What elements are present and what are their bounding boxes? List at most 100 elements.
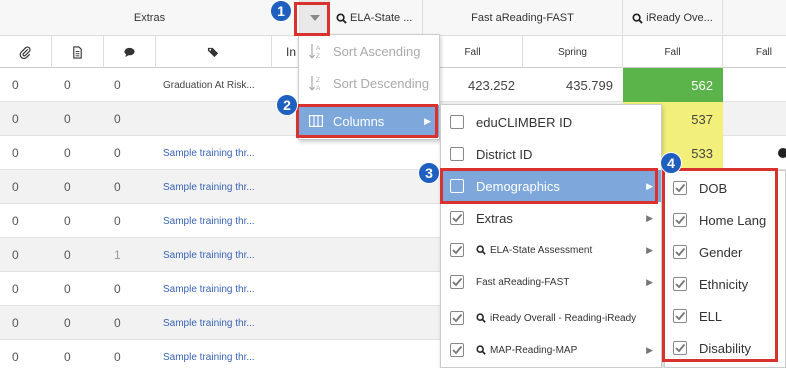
submenu-arrow-icon: ▶ xyxy=(424,115,431,126)
attachments-count: 0 xyxy=(12,282,19,296)
notes-count: 0 xyxy=(64,350,71,364)
notes-column-header[interactable] xyxy=(52,36,104,68)
attachments-column-header[interactable] xyxy=(0,36,52,68)
info-icon[interactable] xyxy=(778,136,786,170)
iready-score-cell: 562 xyxy=(623,68,723,102)
checkbox-checked[interactable] xyxy=(673,341,687,355)
demographic-option-ethnicity[interactable]: Ethnicity xyxy=(665,268,785,300)
search-icon xyxy=(336,12,347,24)
next-fall-column-header[interactable]: Fall xyxy=(723,36,786,68)
demographic-option-disability[interactable]: Disability xyxy=(665,332,785,364)
attachments-count: 0 xyxy=(12,350,19,364)
column-option-map-reading[interactable]: MAP-Reading-MAP ▶ xyxy=(441,334,661,366)
sort-ascending-icon: AZ xyxy=(309,44,321,60)
checkbox-checked[interactable] xyxy=(450,311,464,325)
notes-count: 0 xyxy=(64,248,71,262)
column-option-ela-state[interactable]: ELA-State Assessment ▶ xyxy=(441,234,661,266)
demographic-option-label: Home Lang xyxy=(699,212,767,228)
fast-header[interactable]: Fast aReading-FAST xyxy=(423,0,623,36)
column-option-label: Fast aReading-FAST xyxy=(476,276,570,288)
tag-text[interactable]: Graduation At Risk... xyxy=(163,68,255,102)
column-option-label: Extras xyxy=(476,210,513,226)
iready-header[interactable]: iReady Ove... xyxy=(623,0,723,36)
demographic-option-label: DOB xyxy=(699,180,728,196)
column-option-iready[interactable]: iReady Overall - Reading-iReady xyxy=(441,302,661,334)
checkbox-checked[interactable] xyxy=(673,213,687,227)
checkmark-icon xyxy=(675,311,686,321)
checkmark-icon xyxy=(452,345,463,355)
tag-link[interactable]: Sample training thr... xyxy=(163,272,255,306)
column-option-fast[interactable]: Fast aReading-FAST ▶ xyxy=(441,266,661,298)
search-icon xyxy=(476,313,486,323)
column-option-demographics[interactable]: Demographics ▶ xyxy=(441,170,661,202)
demographic-option-gender[interactable]: Gender xyxy=(665,236,785,268)
paperclip-icon xyxy=(19,46,31,59)
comments-count: 0 xyxy=(114,316,121,330)
column-option-label: District ID xyxy=(476,146,533,162)
fast-spring-score: 435.799 xyxy=(566,77,613,93)
tag-link[interactable]: Sample training thr... xyxy=(163,238,255,272)
svg-text:Z: Z xyxy=(316,77,320,84)
fast-fall-label: Fall xyxy=(464,46,481,58)
checkmark-icon xyxy=(452,313,463,323)
sort-ascending-item[interactable]: AZ Sort Ascending xyxy=(299,35,439,67)
demographic-option-ell[interactable]: ELL xyxy=(665,300,785,332)
attachments-count: 0 xyxy=(12,316,19,330)
notes-count: 0 xyxy=(64,282,71,296)
iready-fall-column-header[interactable]: Fall xyxy=(623,36,723,68)
sort-descending-item[interactable]: ZA Sort Descending xyxy=(299,67,439,99)
checkbox-checked[interactable] xyxy=(450,275,464,289)
checkmark-icon xyxy=(675,279,686,289)
demographic-option-home-lang[interactable]: Home Lang xyxy=(665,204,785,236)
checkmark-icon xyxy=(452,245,463,255)
column-option-extras[interactable]: Extras ▶ xyxy=(441,202,661,234)
tag-link[interactable]: Sample training thr... xyxy=(163,340,255,368)
column-menu-button[interactable] xyxy=(300,0,330,36)
column-option-label: MAP-Reading-MAP xyxy=(490,344,578,356)
next-fall-label: Fall xyxy=(755,46,772,58)
group-header-row: Extras ELA-State ... Fast aReading-FAST … xyxy=(0,0,786,36)
checkbox-unchecked[interactable] xyxy=(450,147,464,161)
attachments-count: 0 xyxy=(12,180,19,194)
checkbox-checked[interactable] xyxy=(673,181,687,195)
notes-count: 0 xyxy=(64,316,71,330)
notes-count: 0 xyxy=(64,78,71,92)
notes-count: 0 xyxy=(64,180,71,194)
checkbox-checked[interactable] xyxy=(673,309,687,323)
checkbox-checked[interactable] xyxy=(673,245,687,259)
columns-item[interactable]: Columns ▶ xyxy=(299,105,439,137)
tag-link[interactable]: Sample training thr... xyxy=(163,204,255,238)
checkbox-checked[interactable] xyxy=(450,343,464,357)
tag-link[interactable]: Sample training thr... xyxy=(163,170,255,204)
in-column-label: In xyxy=(286,45,297,59)
submenu-arrow-icon: ▶ xyxy=(646,180,653,191)
tags-column-header[interactable] xyxy=(156,36,272,68)
column-option-district-id[interactable]: District ID xyxy=(441,138,661,170)
checkbox-unchecked[interactable] xyxy=(450,115,464,129)
step-badge-1: 1 xyxy=(270,0,292,22)
checkbox-checked[interactable] xyxy=(450,243,464,257)
attachments-count: 0 xyxy=(12,248,19,262)
demographic-option-label: Disability xyxy=(699,340,752,356)
attachments-count: 0 xyxy=(12,78,19,92)
comments-column-header[interactable] xyxy=(104,36,156,68)
in-column-header[interactable]: In xyxy=(272,36,300,68)
comments-count: 0 xyxy=(114,146,121,160)
submenu-arrow-icon: ▶ xyxy=(646,344,653,355)
demographic-option-dob[interactable]: DOB xyxy=(665,172,785,204)
comments-count: 0 xyxy=(114,214,121,228)
ela-state-header[interactable]: ELA-State ... xyxy=(330,0,423,36)
fast-spring-column-header[interactable]: Spring xyxy=(523,36,623,68)
extras-group-header[interactable]: Extras xyxy=(0,0,300,36)
tag-link[interactable]: Sample training thr... xyxy=(163,136,255,170)
column-option-label: iReady Overall - Reading-iReady xyxy=(490,312,637,324)
column-option-educlimber-id[interactable]: eduCLIMBER ID xyxy=(441,106,661,138)
checkbox-unchecked[interactable] xyxy=(450,179,464,193)
svg-text:A: A xyxy=(316,45,321,52)
submenu-arrow-icon: ▶ xyxy=(646,276,653,287)
comments-count: 0 xyxy=(114,350,121,364)
tag-link[interactable]: Sample training thr... xyxy=(163,306,255,340)
checkbox-checked[interactable] xyxy=(450,211,464,225)
checkbox-checked[interactable] xyxy=(673,277,687,291)
comments-count: 0 xyxy=(114,112,121,126)
